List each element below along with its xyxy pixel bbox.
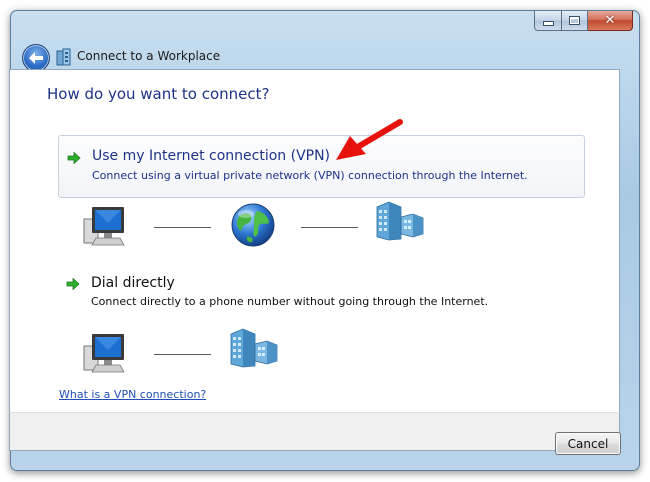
minimize-button[interactable] [534, 11, 562, 31]
vpn-option-description: Connect using a virtual private network … [92, 169, 528, 182]
vpn-option[interactable]: Use my Internet connection (VPN) Connect… [58, 135, 585, 198]
workplace-app-icon [56, 48, 71, 66]
server-building-icon [230, 328, 278, 368]
server-building-icon [376, 201, 424, 241]
what-is-vpn-link[interactable]: What is a VPN connection? [59, 388, 206, 401]
connection-line [154, 227, 211, 228]
page-heading: How do you want to connect? [47, 85, 270, 103]
maximize-button[interactable] [562, 11, 588, 31]
vpn-option-title: Use my Internet connection (VPN) [92, 148, 331, 164]
computer-icon [83, 207, 125, 246]
close-icon: ✕ [604, 13, 616, 28]
computer-icon [83, 334, 125, 373]
green-arrow-icon [66, 278, 80, 290]
close-button[interactable]: ✕ [588, 11, 633, 31]
green-arrow-icon [67, 152, 81, 164]
connection-line [154, 354, 211, 355]
connection-line [301, 227, 358, 228]
dial-option-description: Connect directly to a phone number witho… [91, 295, 489, 308]
minimize-icon [542, 21, 554, 26]
window-title: Connect to a Workplace [77, 49, 221, 63]
globe-icon [231, 203, 275, 247]
maximize-icon [569, 16, 580, 25]
cancel-button[interactable]: Cancel [555, 432, 621, 455]
back-arrow-icon [29, 52, 43, 64]
back-button[interactable] [22, 44, 50, 72]
red-arrow-icon [336, 119, 403, 160]
dial-option-title: Dial directly [91, 275, 175, 291]
wizard-footer [9, 412, 620, 451]
caption-buttons: ✕ [534, 11, 633, 31]
dial-directly-option[interactable]: Dial directly Connect directly to a phon… [58, 273, 583, 313]
